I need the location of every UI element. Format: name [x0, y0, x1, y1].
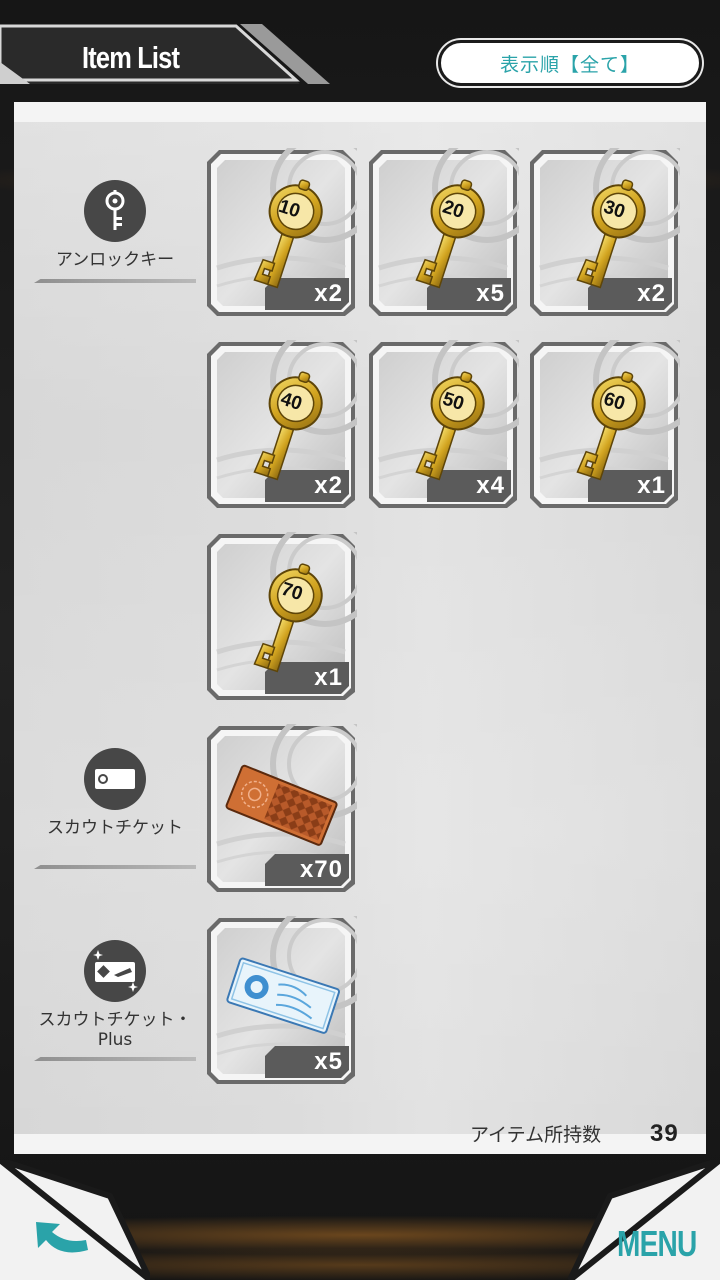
item-quantity: x1: [314, 664, 343, 691]
item-tile-unlock-key-60[interactable]: 60 x1: [528, 340, 680, 510]
item-tile-unlock-key-50[interactable]: 50 x4: [367, 340, 519, 510]
item-quantity: x2: [314, 472, 343, 499]
back-button[interactable]: [0, 1160, 150, 1280]
item-quantity: x4: [476, 472, 505, 499]
page-title: Item List: [82, 40, 180, 75]
item-quantity: x5: [314, 1048, 343, 1075]
item-count-label: アイテム所持数: [470, 1124, 602, 1146]
item-quantity: x70: [299, 856, 343, 883]
item-quantity: x2: [314, 280, 343, 307]
category-scout-ticket-plus: スカウトチケット・Plus: [34, 940, 196, 1066]
category-label-unlock-key: アンロックキー: [55, 250, 175, 270]
sort-order-button[interactable]: 表示順【全て】: [438, 40, 702, 86]
item-quantity: x2: [637, 280, 666, 307]
item-count-value: 39: [650, 1120, 679, 1147]
key-icon: [84, 180, 146, 242]
category-label-scout-ticket-plus: スカウトチケット・Plus: [38, 1010, 192, 1050]
item-tile-scout-ticket[interactable]: x70: [205, 724, 357, 894]
item-quantity: x1: [637, 472, 666, 499]
category-label-scout-ticket: スカウトチケット: [47, 818, 183, 838]
item-tile-unlock-key-20[interactable]: 20 x5: [367, 148, 519, 318]
item-tile-unlock-key-70[interactable]: 70 x1: [205, 532, 357, 702]
ticket-icon: [84, 748, 146, 810]
sort-order-label: 表示順【全て】: [499, 53, 640, 76]
menu-button[interactable]: MENU: [617, 1222, 697, 1266]
item-tile-unlock-key-30[interactable]: 30 x2: [528, 148, 680, 318]
category-unlock-key: アンロックキー: [34, 180, 196, 290]
item-quantity: x5: [476, 280, 505, 307]
item-tile-scout-ticket-plus[interactable]: x5: [205, 916, 357, 1086]
category-scout-ticket: スカウトチケット: [34, 748, 196, 874]
item-tile-unlock-key-10[interactable]: 10 x2: [205, 148, 357, 318]
item-tile-unlock-key-40[interactable]: 40 x2: [205, 340, 357, 510]
ticket-plus-icon: [84, 940, 146, 1002]
